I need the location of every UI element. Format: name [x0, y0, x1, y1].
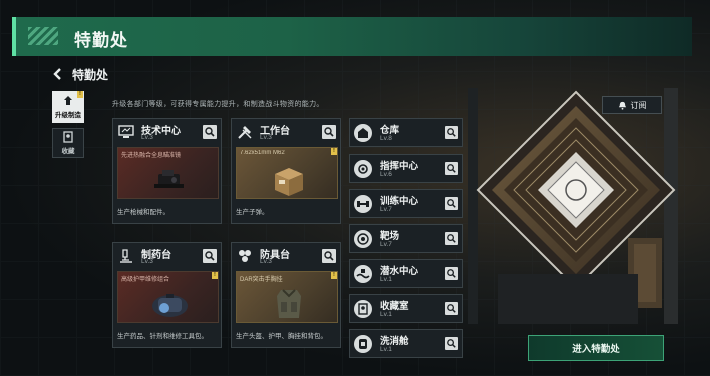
facility-training-center[interactable]: 训练中心 Lv.7 — [349, 189, 463, 218]
search-icon[interactable] — [203, 249, 217, 263]
collection-icon — [354, 300, 372, 318]
search-icon[interactable] — [322, 125, 336, 139]
facility-name: 洗消舱 — [380, 336, 409, 347]
tab-upgrade-craft[interactable]: 升级制造 ! — [52, 91, 84, 123]
notification-badge: ! — [331, 148, 337, 155]
facility-decontamination[interactable]: 洗消舱 Lv.1 — [349, 329, 463, 358]
craft-item-name: 先进热融合全息瞄准镜 — [121, 153, 182, 159]
microscope-icon — [120, 249, 132, 263]
card-level: Lv.3 — [141, 134, 153, 141]
notification-badge: ! — [77, 91, 83, 98]
monitor-icon — [118, 125, 134, 138]
subscribe-label: 订阅 — [630, 100, 647, 110]
craft-item-thumbnail[interactable]: DAR突击手胸挂 ! — [236, 271, 338, 323]
facility-name: 收藏室 — [380, 301, 409, 312]
craft-item-thumbnail[interactable]: 高级护甲维修组合 ! — [117, 271, 219, 323]
craft-item-name: 高级护甲维修组合 — [121, 277, 170, 283]
facility-name: 靶场 — [380, 231, 400, 242]
craft-item-name: 7.62x51mm M62 — [240, 150, 285, 156]
page-header: 特勤处 — [52, 66, 108, 82]
page-subtitle: 升级各部门等级，可获得专属能力提升，和制造战斗物资的能力。 — [112, 101, 324, 108]
banner-stripes — [28, 27, 58, 45]
page-title: 特勤处 — [72, 67, 109, 82]
search-icon[interactable] — [445, 126, 458, 139]
dumbbell-icon — [354, 195, 372, 213]
facility-shooting-range[interactable]: 靶场 Lv.7 — [349, 224, 463, 253]
ammo-box-image — [275, 168, 303, 196]
tab-label: 升级制造 — [55, 112, 81, 119]
card-level: Lv.3 — [260, 258, 272, 265]
decontamination-icon — [354, 335, 372, 353]
top-banner: 特勤处 — [12, 17, 692, 56]
tab-collection[interactable]: 收藏 — [52, 128, 84, 158]
search-icon[interactable] — [203, 125, 217, 139]
diving-icon — [354, 265, 372, 283]
card-pharmacy[interactable]: 制药台 Lv.3 高级护甲维修组合 ! 生产药品、针剂和维修工具包。 — [112, 242, 222, 348]
card-armor-bench[interactable]: 防具台 Lv.3 DAR突击手胸挂 ! 生产头盔、护甲、胸挂和背包。 — [231, 242, 341, 348]
facility-diving-center[interactable]: 潜水中心 Lv.1 — [349, 259, 463, 288]
craft-item-thumbnail[interactable]: 先进热融合全息瞄准镜 — [117, 147, 219, 199]
search-icon[interactable] — [445, 267, 458, 280]
card-workbench[interactable]: 工作台 Lv.3 7.62x51mm M62 ! 生产子弹。 — [231, 118, 341, 224]
search-icon[interactable] — [445, 337, 458, 350]
facility-level: Lv.6 — [380, 171, 392, 178]
facility-name: 训练中心 — [380, 196, 419, 207]
notification-badge: ! — [212, 272, 218, 279]
enter-button-label: 进入特勤处 — [572, 344, 620, 355]
facility-cube-scene — [468, 88, 678, 324]
chest-rig-image — [277, 289, 301, 318]
bell-icon — [618, 101, 626, 110]
facility-name: 指挥中心 — [380, 161, 419, 172]
facility-level: Lv.1 — [380, 346, 392, 353]
card-description: 生产药品、针剂和维修工具包。 — [117, 333, 208, 340]
facility-warehouse[interactable]: 仓库 Lv.8 — [349, 118, 463, 147]
command-icon — [354, 160, 372, 178]
card-header: 制药台 Lv.3 — [113, 243, 221, 270]
banner-title: 特勤处 — [74, 31, 128, 50]
search-icon[interactable] — [445, 162, 458, 175]
card-description: 生产头盔、护甲、胸挂和背包。 — [236, 333, 327, 340]
repair-kit-image — [152, 294, 188, 317]
subscribe-button[interactable]: 订阅 — [602, 96, 662, 114]
search-icon[interactable] — [445, 197, 458, 210]
facility-command-center[interactable]: 指挥中心 Lv.6 — [349, 154, 463, 183]
hammer-icon — [238, 126, 252, 139]
enter-special-ops-button[interactable]: 进入特勤处 — [528, 335, 664, 361]
facility-name: 仓库 — [380, 125, 400, 136]
facility-level: Lv.8 — [380, 135, 392, 142]
collection-icon — [63, 131, 73, 143]
card-level: Lv.3 — [141, 258, 153, 265]
facility-level: Lv.1 — [380, 311, 392, 318]
tab-label: 收藏 — [61, 148, 75, 155]
facility-collection-room[interactable]: 收藏室 Lv.1 — [349, 294, 463, 323]
card-level: Lv.3 — [260, 134, 272, 141]
craft-item-thumbnail[interactable]: 7.62x51mm M62 ! — [236, 147, 338, 199]
card-description: 生产子弹。 — [236, 209, 269, 216]
back-arrow-icon[interactable] — [52, 68, 64, 80]
warehouse-icon — [354, 124, 372, 142]
card-description: 生产枪械和配件。 — [117, 209, 169, 216]
search-icon[interactable] — [322, 249, 336, 263]
card-header: 技术中心 Lv.3 — [113, 119, 221, 146]
card-tech-center[interactable]: 技术中心 Lv.3 先进热融合全息瞄准镜 生产枪械和配件。 — [112, 118, 222, 224]
card-header: 工作台 Lv.3 — [232, 119, 340, 146]
upgrade-icon — [64, 96, 72, 105]
facility-name: 潜水中心 — [380, 266, 419, 277]
target-icon — [354, 230, 372, 248]
facility-level: Lv.7 — [380, 206, 392, 213]
facility-level: Lv.1 — [380, 276, 392, 283]
notification-badge: ! — [331, 272, 337, 279]
craft-item-name: DAR突击手胸挂 — [240, 277, 283, 283]
facility-level: Lv.7 — [380, 241, 392, 248]
scope-image — [154, 170, 184, 188]
search-icon[interactable] — [445, 302, 458, 315]
card-header: 防具台 Lv.3 — [232, 243, 340, 270]
search-icon[interactable] — [445, 232, 458, 245]
gear-icon — [239, 250, 251, 262]
